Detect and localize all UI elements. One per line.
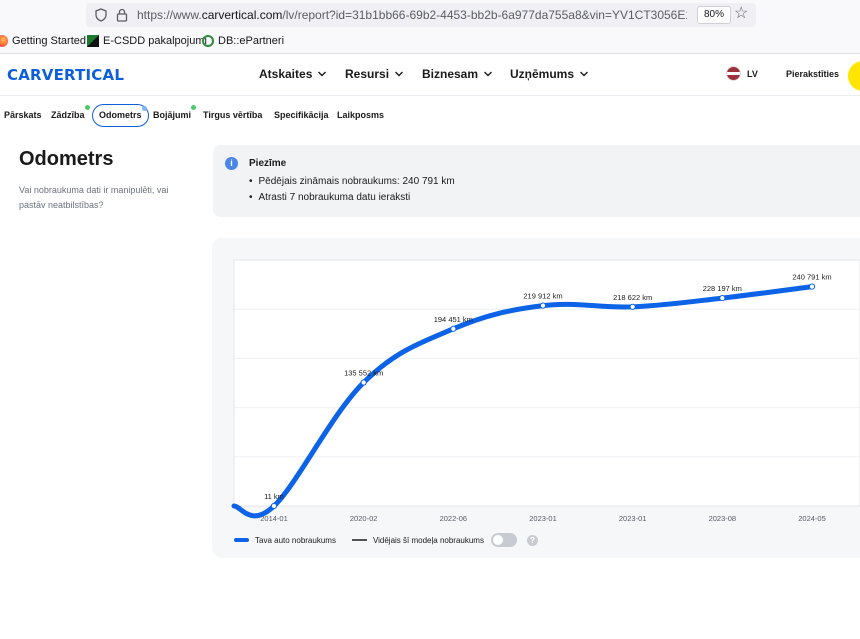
carvertical-logo[interactable]: CARVERTICAL	[7, 66, 124, 84]
notice-title: Piezīme	[249, 158, 287, 169]
data-point	[539, 302, 547, 309]
status-dot	[84, 105, 90, 110]
epartneri-icon	[202, 35, 214, 47]
chevron-down-icon	[395, 71, 404, 77]
tab-bojajumi[interactable]: Bojājumi	[147, 104, 197, 127]
data-label: 11 km	[264, 492, 284, 501]
legend-average-label: Vidējais šī modeļa nobraukums	[372, 535, 484, 545]
login-link[interactable]: Pierakstīties	[786, 69, 839, 79]
data-point	[450, 325, 457, 332]
data-point	[719, 294, 726, 302]
odometer-chart-card: 11 km 2014-01 135 552 km 2020-02 194 451 km 2…	[212, 238, 860, 558]
data-point	[270, 502, 278, 510]
bookmark-e-csdd[interactable]: E-CSDD pakalpojumi	[87, 35, 207, 47]
data-point	[629, 303, 636, 310]
lock-icon[interactable]	[116, 8, 128, 22]
bookmark-db-epartneri[interactable]: DB::ePartneri	[202, 35, 284, 47]
url-text[interactable]: https://www.carvertical.com/lv/report?id…	[137, 8, 687, 22]
data-label: 194 451 km	[434, 315, 473, 324]
chevron-down-icon	[580, 71, 589, 77]
legend-swatch-gray	[351, 539, 367, 541]
data-label: 218 622 km	[613, 293, 652, 302]
page-subtitle: Vai nobraukuma dati ir manipulēti, vai p…	[19, 185, 169, 210]
page-title: Odometrs	[19, 148, 114, 170]
data-label: 219 912 km	[523, 292, 562, 301]
data-point	[360, 379, 367, 386]
x-tick-label: 2024-05	[798, 514, 826, 523]
browser-toolbar: https://www.carvertical.com/lv/report?id…	[0, 0, 860, 30]
status-dot	[141, 106, 147, 111]
language-selector[interactable]: LV	[726, 66, 758, 81]
chevron-down-icon	[484, 71, 493, 77]
chart-legend: Tava auto nobraukums Vidējais šī modeļa …	[234, 533, 538, 547]
x-tick-label: 2023-08	[709, 514, 737, 523]
tab-laikposms[interactable]: Laikposms	[331, 104, 390, 127]
firefox-icon	[0, 35, 8, 47]
tab-odometrs[interactable]: Odometrs	[92, 104, 149, 127]
x-tick-label: 2023-01	[619, 514, 647, 523]
data-point	[808, 283, 816, 290]
site-header: CARVERTICAL Atskaites Resursi Biznesam U…	[0, 54, 860, 96]
notice-line: Atrasti 7 nobraukuma datu ieraksti	[249, 192, 411, 203]
shield-icon[interactable]	[95, 8, 107, 22]
tab-zadziba[interactable]: Zādzība	[45, 104, 91, 127]
nav-biznesam[interactable]: Biznesam	[422, 67, 493, 81]
x-tick-label: 2014-01	[260, 514, 288, 523]
bookmarks-bar: Getting Started E-CSDD pakalpojumi DB::e…	[0, 30, 860, 54]
data-label: 240 791 km	[792, 273, 831, 282]
legend-swatch-blue	[234, 538, 249, 542]
nav-uznemums[interactable]: Uzņēmums	[510, 67, 589, 81]
latvia-flag-icon	[726, 66, 741, 81]
notice-box: i Piezīme Pēdējais zināmais nobraukums: …	[213, 145, 860, 217]
bookmark-getting-started[interactable]: Getting Started	[0, 35, 86, 47]
nav-resursi[interactable]: Resursi	[345, 67, 404, 81]
chevron-down-icon	[318, 71, 327, 77]
odometer-chart: 11 km 2014-01 135 552 km 2020-02 194 451 km 2…	[231, 259, 860, 523]
csdd-logo-icon	[87, 35, 99, 47]
tab-tirgus-vertiba[interactable]: Tirgus vērtība	[197, 104, 268, 127]
x-tick-label: 2022-06	[440, 514, 468, 523]
status-dot	[191, 105, 197, 110]
help-icon[interactable]: ?	[526, 534, 538, 546]
average-toggle[interactable]	[490, 533, 517, 547]
info-icon: i	[225, 157, 238, 170]
tab-specifikacija[interactable]: Specifikācija	[268, 104, 335, 127]
x-tick-label: 2023-01	[529, 514, 557, 523]
data-label: 135 552 km	[344, 368, 383, 377]
data-label: 228 197 km	[703, 284, 742, 293]
x-tick-label: 2020-02	[350, 514, 378, 523]
legend-series-label: Tava auto nobraukums	[255, 535, 336, 545]
star-bookmark-icon[interactable]: ☆	[734, 6, 748, 22]
notice-line: Pēdējais zināmais nobraukums: 240 791 km	[249, 176, 455, 187]
nav-atskaites[interactable]: Atskaites	[259, 67, 327, 81]
tab-parskats[interactable]: Pārskats	[0, 104, 48, 127]
zoom-level-badge[interactable]: 80%	[697, 6, 732, 24]
